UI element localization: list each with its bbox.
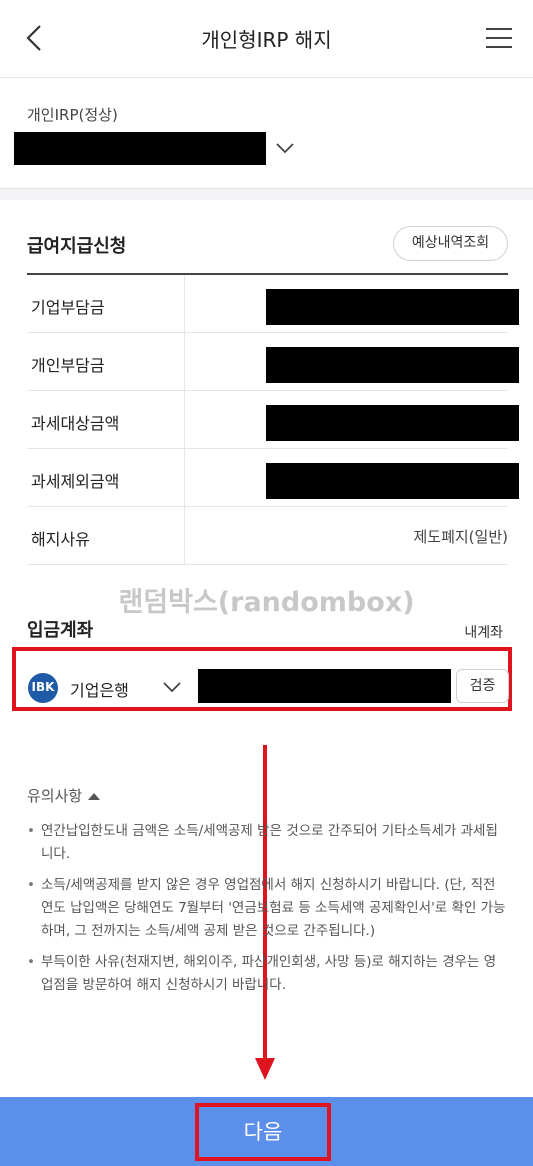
table-row: 과세제외금액 bbox=[27, 449, 519, 507]
list-item: 소득/세액공제를 받지 않은 경우 영업점에서 해지 신청하시기 바랍니다. (… bbox=[27, 874, 507, 943]
deposit-account-row: IBK 기업은행 검증 bbox=[12, 647, 512, 711]
notice-toggle[interactable]: 유의사항 bbox=[27, 785, 101, 806]
chevron-down-icon[interactable] bbox=[161, 679, 183, 695]
bank-logo-icon: IBK bbox=[28, 673, 58, 703]
triangle-up-icon bbox=[88, 793, 101, 800]
chevron-down-icon[interactable] bbox=[274, 140, 296, 156]
row-label: 과세대상금액 bbox=[31, 414, 120, 433]
account-type-label: 개인IRP(정상) bbox=[27, 106, 118, 124]
my-account-link[interactable]: 내계좌 bbox=[464, 622, 503, 642]
table-row: 과세대상금액 bbox=[27, 391, 519, 449]
account-number-redacted bbox=[14, 132, 266, 165]
amount-redacted bbox=[266, 405, 519, 441]
payment-table: 기업부담금 개인부담금 과세대상금액 과세제외금액 해지사유 제도폐지(일반) bbox=[27, 273, 519, 565]
termination-reason-value: 제도폐지(일반) bbox=[413, 528, 508, 546]
table-row: 개인부담금 bbox=[27, 333, 519, 391]
row-label: 과세제외금액 bbox=[31, 472, 120, 491]
page-title: 개인형IRP 해지 bbox=[201, 28, 332, 52]
estimate-inquiry-button[interactable]: 예상내역조회 bbox=[393, 226, 508, 261]
list-item: 연간납입한도내 금액은 소득/세액공제 받은 것으로 간주되어 기타소득세가 과… bbox=[27, 820, 507, 866]
table-row: 해지사유 제도폐지(일반) bbox=[27, 507, 508, 565]
next-button[interactable]: 다음 bbox=[195, 1103, 331, 1161]
payment-section-title: 급여지급신청 bbox=[27, 236, 127, 257]
table-row: 기업부담금 bbox=[27, 275, 519, 333]
amount-redacted bbox=[266, 463, 519, 499]
row-label: 기업부담금 bbox=[31, 298, 105, 317]
section-divider bbox=[0, 188, 533, 200]
amount-redacted bbox=[266, 289, 519, 325]
notice-list: 연간납입한도내 금액은 소득/세액공제 받은 것으로 간주되어 기타소득세가 과… bbox=[27, 820, 507, 1005]
row-label: 개인부담금 bbox=[31, 356, 105, 375]
deposit-account-input-redacted[interactable] bbox=[198, 669, 451, 703]
row-label: 해지사유 bbox=[31, 530, 90, 549]
hamburger-menu-icon[interactable] bbox=[483, 22, 515, 54]
app-header: 개인형IRP 해지 bbox=[0, 0, 533, 78]
bottom-action-bar: 다음 bbox=[0, 1097, 533, 1166]
account-selector[interactable]: 개인IRP(정상) bbox=[0, 78, 533, 188]
verify-button[interactable]: 검증 bbox=[456, 669, 509, 703]
bank-select[interactable]: 기업은행 bbox=[70, 677, 129, 701]
amount-redacted bbox=[266, 347, 519, 383]
list-item: 부득이한 사유(천재지변, 해외이주, 파산개인회생, 사망 등)로 해지하는 … bbox=[27, 951, 507, 997]
watermark-text: 랜덤박스(randombox) bbox=[118, 587, 415, 618]
deposit-section-title: 입금계좌 bbox=[27, 620, 94, 641]
